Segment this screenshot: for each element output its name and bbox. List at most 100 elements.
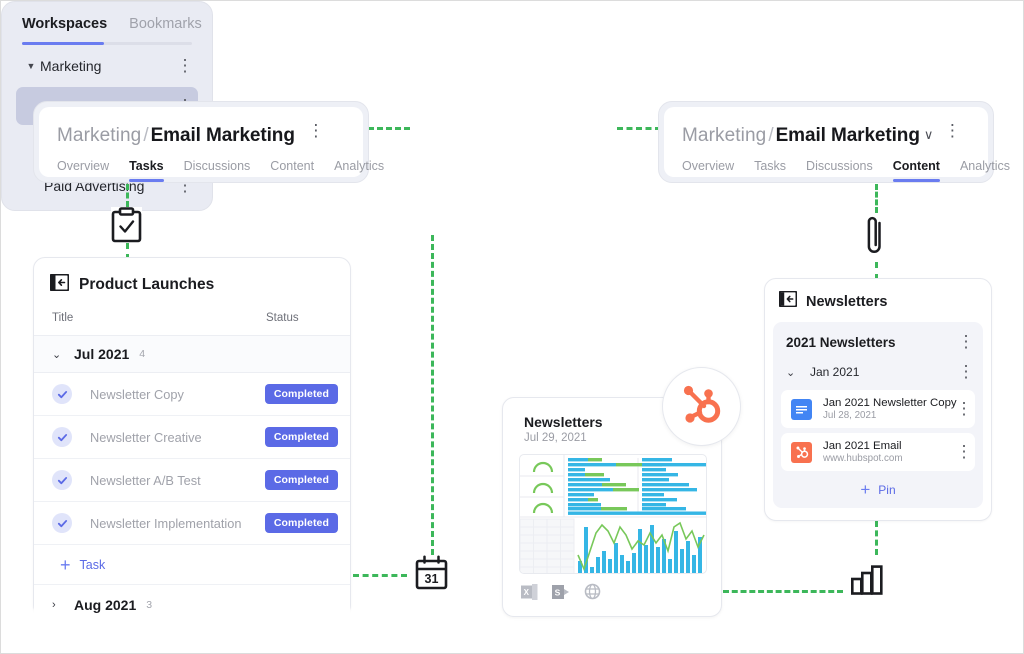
checkbox-checked-icon[interactable] — [52, 513, 72, 533]
list-item[interactable]: Jan 2021 Email www.hubspot.com ⋮ — [781, 433, 975, 471]
kebab-menu-icon[interactable]: ⋮ — [957, 332, 976, 352]
panel-collapse-icon[interactable] — [778, 290, 798, 312]
preview-chart-thumbnail — [519, 454, 707, 574]
breadcrumb: Marketing / Email Marketing ⋮ — [57, 121, 345, 147]
google-docs-icon — [791, 398, 812, 420]
file-group-name: Jan 2021 — [810, 365, 860, 379]
breadcrumb-separator: / — [143, 125, 149, 146]
add-task-button[interactable]: + Task — [34, 545, 350, 585]
preview-footer-icons: X S — [503, 574, 721, 605]
add-pin-label: Pin — [878, 482, 896, 497]
hubspot-icon — [791, 441, 812, 463]
diagram-canvas: Marketing / Email Marketing ⋮ Overview T… — [0, 0, 1024, 654]
newsletters-panel: 2021 Newsletters ⋮ ⌄ Jan 2021 ⋮ Jan 2021 — [773, 322, 983, 508]
checkbox-checked-icon[interactable] — [52, 470, 72, 490]
task-name: Newsletter Creative — [90, 429, 202, 445]
left-header-tabs: Overview Tasks Discussions Content Analy… — [57, 159, 384, 182]
kebab-menu-icon[interactable]: ⋮ — [955, 442, 974, 462]
table-row[interactable]: Newsletter Creative Completed — [34, 416, 350, 459]
tasks-column-headers: Title Status — [34, 308, 350, 336]
checkbox-checked-icon[interactable] — [52, 427, 72, 447]
breadcrumb-separator: / — [768, 125, 774, 146]
status-badge: Completed — [264, 427, 338, 447]
kebab-menu-icon[interactable]: ⋮ — [957, 362, 976, 382]
panel-collapse-icon[interactable] — [49, 273, 70, 296]
kebab-menu-icon[interactable]: ⋮ — [955, 399, 974, 419]
tab-discussions[interactable]: Discussions — [806, 159, 873, 182]
tab-overview[interactable]: Overview — [57, 159, 109, 182]
tab-analytics[interactable]: Analytics — [334, 159, 384, 182]
chevron-down-icon[interactable]: ⌄ — [786, 366, 810, 379]
column-header-title: Title — [52, 312, 74, 324]
right-header-tabs: Overview Tasks Discussions Content Analy… — [682, 159, 1010, 182]
tab-content[interactable]: Content — [270, 159, 314, 182]
file-texts: Jan 2021 Newsletter Copy Jul 28, 2021 — [823, 397, 959, 421]
tab-discussions[interactable]: Discussions — [184, 159, 251, 182]
breadcrumb-current: Email Marketing — [775, 125, 920, 146]
task-group-jul-2021[interactable]: ⌄ Jul 2021 4 — [34, 336, 350, 373]
tab-tasks[interactable]: Tasks — [129, 159, 164, 182]
workspace-item-marketing[interactable]: ▼ Marketing ⋮ — [16, 47, 198, 85]
tab-tasks[interactable]: Tasks — [754, 159, 786, 182]
svg-text:31: 31 — [425, 572, 439, 586]
task-name: Newsletter A/B Test — [90, 472, 201, 488]
newsletters-card: Newsletters 2021 Newsletters ⋮ ⌄ Jan 202… — [764, 278, 992, 521]
newsletters-card-title: Newsletters — [806, 293, 888, 310]
plus-icon: + — [860, 480, 871, 499]
breadcrumb-parent[interactable]: Marketing — [682, 125, 766, 147]
chevron-right-icon[interactable]: › — [52, 599, 64, 611]
left-workspace-header-card: Marketing / Email Marketing ⋮ Overview T… — [33, 101, 384, 183]
caret-down-icon[interactable]: ▼ — [22, 61, 40, 71]
kebab-menu-icon[interactable]: ⋮ — [307, 121, 326, 141]
add-pin-button[interactable]: + Pin — [781, 476, 975, 498]
hubspot-logo-badge[interactable] — [662, 367, 741, 446]
task-group-aug-2021[interactable]: › Aug 2021 3 — [34, 585, 350, 625]
calendar-icon: 31 — [415, 555, 448, 591]
svg-text:S: S — [555, 587, 561, 597]
status-badge: Completed — [264, 513, 338, 533]
chevron-down-icon[interactable]: ∨ — [924, 128, 934, 141]
kebab-menu-icon[interactable]: ⋮ — [943, 121, 962, 141]
table-row[interactable]: Newsletter Implementation Completed — [34, 502, 350, 545]
globe-icon[interactable] — [584, 583, 601, 605]
kebab-menu-icon[interactable]: ⋮ — [176, 56, 195, 76]
panel-title: 2021 Newsletters — [786, 334, 896, 350]
tasks-card-title: Product Launches — [79, 276, 215, 293]
tab-analytics[interactable]: Analytics — [960, 159, 1010, 182]
file-group-jan-2021[interactable]: ⌄ Jan 2021 ⋮ — [781, 360, 976, 390]
task-group-name: Jul 2021 — [74, 346, 130, 362]
bar-chart-icon — [850, 565, 883, 595]
tab-overview[interactable]: Overview — [682, 159, 734, 182]
svg-text:X: X — [524, 588, 530, 597]
workspace-item-label: Marketing — [40, 58, 102, 74]
checkbox-checked-icon[interactable] — [52, 384, 72, 404]
table-row[interactable]: Newsletter A/B Test Completed — [34, 459, 350, 502]
excel-icon[interactable]: X — [521, 583, 538, 605]
file-name: Jan 2021 Newsletter Copy — [823, 397, 957, 409]
file-meta: www.hubspot.com — [823, 453, 903, 464]
task-group-name: Aug 2021 — [74, 597, 137, 613]
breadcrumb-parent[interactable]: Marketing — [57, 125, 141, 147]
status-badge: Completed — [264, 384, 338, 404]
connector-workspaces-to-right-header — [617, 127, 661, 130]
chevron-down-icon[interactable]: ⌄ — [52, 348, 64, 361]
right-workspace-header-card: Marketing / Email Marketing ∨ ⋮ Overview… — [658, 101, 1010, 183]
table-row[interactable]: Newsletter Copy Completed — [34, 373, 350, 416]
connector-workspaces-to-calendar — [431, 235, 434, 555]
tab-workspaces[interactable]: Workspaces — [22, 16, 107, 42]
powerpoint-icon[interactable]: S — [552, 584, 570, 605]
list-item[interactable]: Jan 2021 Newsletter Copy Jul 28, 2021 ⋮ — [781, 390, 975, 428]
task-name: Newsletter Copy — [90, 386, 184, 402]
connector-tasks-to-calendar — [353, 574, 407, 577]
connector-right-header-to-paperclip — [875, 184, 878, 213]
paperclip-icon — [863, 213, 887, 262]
task-name: Newsletter Implementation — [90, 515, 242, 531]
file-meta: Jul 28, 2021 — [823, 410, 877, 421]
newsletters-card-header: Newsletters — [765, 279, 991, 322]
workspaces-tabbar: Workspaces Bookmarks — [16, 16, 202, 42]
product-launches-card: Product Launches Title Status ⌄ Jul 2021… — [33, 257, 351, 625]
tab-bookmarks[interactable]: Bookmarks — [129, 16, 202, 42]
tab-content[interactable]: Content — [892, 159, 941, 182]
column-header-status: Status — [266, 312, 299, 324]
connector-left-header-to-workspaces — [368, 127, 410, 130]
